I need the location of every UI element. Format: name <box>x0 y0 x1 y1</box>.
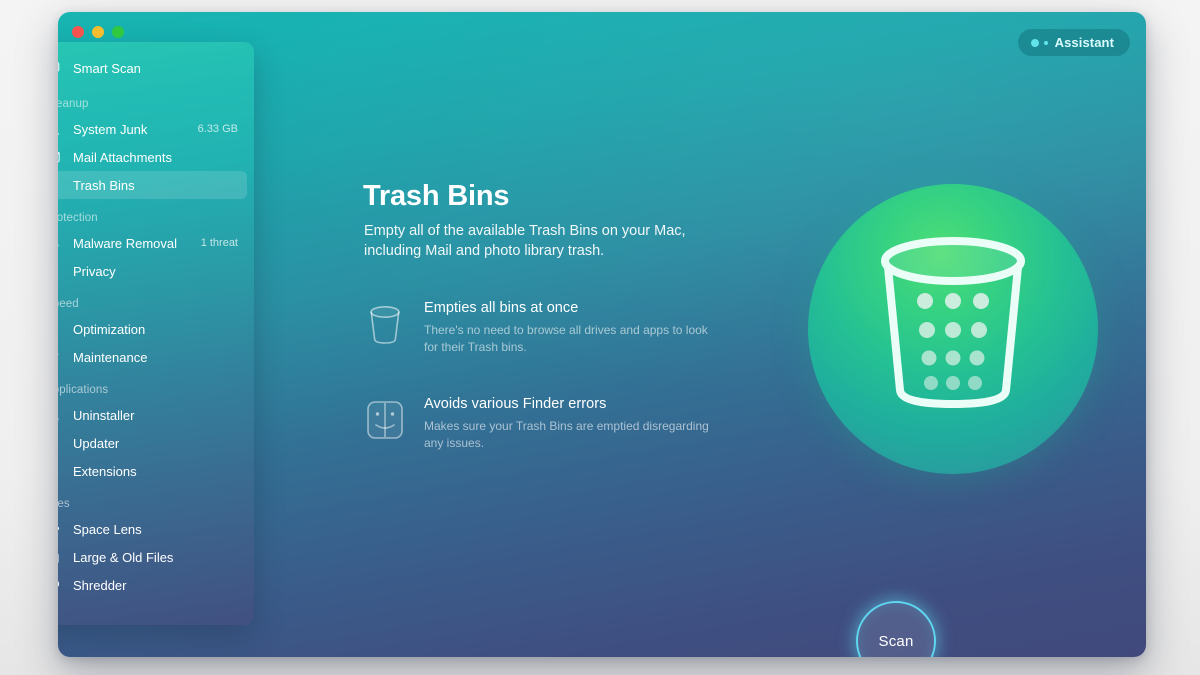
lens-icon <box>58 520 64 538</box>
sidebar-group-title: Applications <box>58 384 254 396</box>
assistant-button[interactable]: Assistant <box>1018 29 1130 56</box>
sidebar-item-badge: 1 threat <box>201 237 238 249</box>
sidebar-item-badge: 6.33 GB <box>198 123 238 135</box>
trash-bin-hero-icon <box>808 184 1098 474</box>
sidebar-item-label: Malware Removal <box>73 236 177 251</box>
desktop-background: Assistant Trash Bins Empty all of the av… <box>0 0 1200 675</box>
sidebar-item-label: Optimization <box>73 322 145 337</box>
envelope-icon <box>58 148 64 166</box>
sidebar-item-extensions[interactable]: Extensions <box>58 457 247 485</box>
feature-item: Empties all bins at once There's no need… <box>364 300 704 356</box>
sidebar-item-label: Large & Old Files <box>73 550 173 565</box>
cleanmymac-window: Assistant Trash Bins Empty all of the av… <box>58 12 1146 657</box>
sidebar-item-smart-scan[interactable]: Smart Scan <box>58 54 247 82</box>
sidebar-item-label: Mail Attachments <box>73 150 172 165</box>
scan-button-label: Scan <box>879 633 914 650</box>
shredder-icon <box>58 576 64 594</box>
sidebar-item-label: Privacy <box>73 264 116 279</box>
assistant-dots-icon <box>1031 39 1048 47</box>
sidebar-item-label: Smart Scan <box>73 61 141 76</box>
sidebar-item-label: Trash Bins <box>73 178 135 193</box>
page-title: Trash Bins <box>363 180 509 213</box>
sidebar-item-updater[interactable]: Updater <box>58 429 247 457</box>
monitor-icon <box>58 59 64 77</box>
sidebar-group-title: Protection <box>58 212 254 224</box>
sidebar-group-title: Speed <box>58 298 254 310</box>
sidebar-item-mail-attachments[interactable]: Mail Attachments <box>58 143 247 171</box>
folder-icon <box>58 548 64 566</box>
sidebar-item-malware-removal[interactable]: Malware Removal 1 threat <box>58 229 247 257</box>
sidebar-item-label: System Junk <box>73 122 147 137</box>
page-subtitle: Empty all of the available Trash Bins on… <box>364 221 694 261</box>
sidebar-item-uninstaller[interactable]: Uninstaller <box>58 401 247 429</box>
trash-outline-icon <box>364 300 406 356</box>
main-content: Trash Bins Empty all of the available Tr… <box>254 12 1146 657</box>
trash-icon <box>58 176 64 194</box>
sidebar-item-privacy[interactable]: Privacy <box>58 257 247 285</box>
sidebar-item-optimization[interactable]: Optimization <box>58 315 247 343</box>
sidebar: Smart Scan Cleanup System Junk 6.33 GB Ma… <box>58 42 254 625</box>
sidebar-item-large-old-files[interactable]: Large & Old Files <box>58 543 247 571</box>
assistant-label: Assistant <box>1055 35 1114 50</box>
window-controls <box>72 26 124 38</box>
refresh-icon <box>58 434 64 452</box>
biohazard-icon <box>58 234 64 252</box>
minimize-button[interactable] <box>92 26 104 38</box>
sidebar-group-title: Files <box>58 498 254 510</box>
sidebar-group-title: Cleanup <box>58 98 254 110</box>
spray-icon <box>58 120 64 138</box>
sidebar-item-label: Updater <box>73 436 119 451</box>
feature-body: There's no need to browse all drives and… <box>424 322 714 356</box>
sidebar-item-label: Maintenance <box>73 350 147 365</box>
feature-heading: Avoids various Finder errors <box>424 396 714 412</box>
sliders-icon <box>58 320 64 338</box>
uninstall-icon <box>58 406 64 424</box>
feature-item: Avoids various Finder errors Makes sure … <box>364 396 704 452</box>
feature-body: Makes sure your Trash Bins are emptied d… <box>424 418 714 452</box>
sidebar-item-system-junk[interactable]: System Junk 6.33 GB <box>58 115 247 143</box>
feature-heading: Empties all bins at once <box>424 300 714 316</box>
sidebar-item-label: Shredder <box>73 578 126 593</box>
sidebar-item-label: Uninstaller <box>73 408 134 423</box>
wrench-icon <box>58 348 64 366</box>
zoom-button[interactable] <box>112 26 124 38</box>
sidebar-item-maintenance[interactable]: Maintenance <box>58 343 247 371</box>
scan-button[interactable]: Scan <box>856 601 936 657</box>
close-button[interactable] <box>72 26 84 38</box>
sidebar-item-space-lens[interactable]: Space Lens <box>58 515 247 543</box>
sidebar-item-label: Space Lens <box>73 522 142 537</box>
finder-icon <box>364 396 406 452</box>
sidebar-item-label: Extensions <box>73 464 137 479</box>
hand-icon <box>58 262 64 280</box>
sidebar-item-shredder[interactable]: Shredder <box>58 571 247 599</box>
sidebar-item-trash-bins[interactable]: Trash Bins <box>58 171 247 199</box>
puzzle-icon <box>58 462 64 480</box>
